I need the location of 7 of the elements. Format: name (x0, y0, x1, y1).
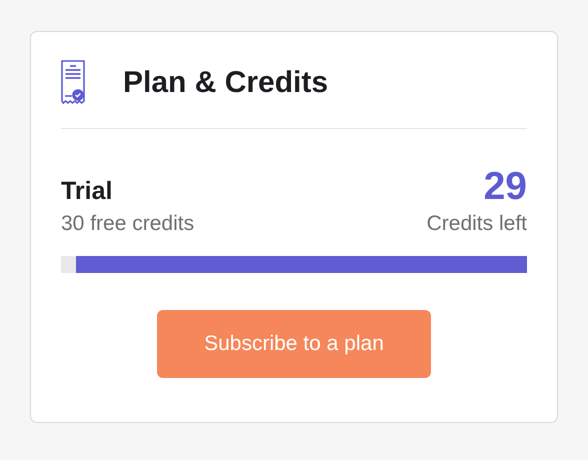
credits-count: 29 (484, 167, 527, 206)
plan-description: 30 free credits (61, 212, 194, 236)
subscribe-button[interactable]: Subscribe to a plan (157, 310, 431, 378)
receipt-icon (61, 60, 85, 106)
credits-label: Credits left (426, 212, 527, 236)
plan-name: Trial (61, 177, 112, 206)
card-title: Plan & Credits (123, 66, 328, 100)
